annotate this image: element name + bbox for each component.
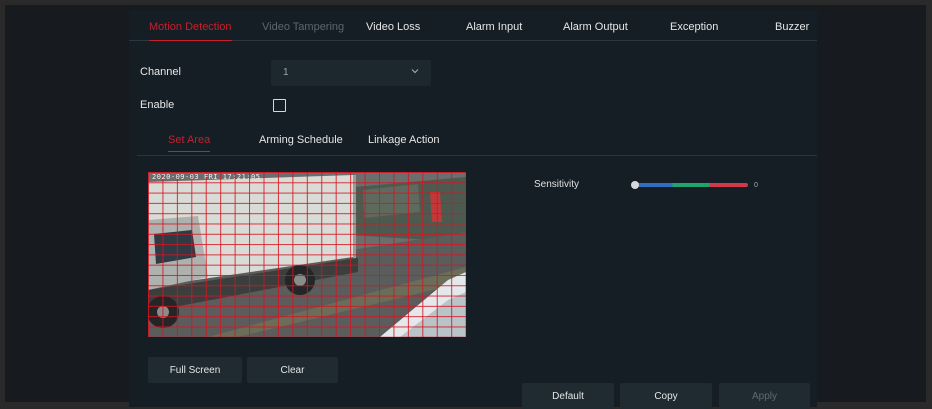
sensitivity-slider[interactable]: [631, 181, 748, 189]
tab-motion-detection[interactable]: Motion Detection: [149, 20, 232, 41]
alarm-tabs: Motion Detection Video Tampering Video L…: [129, 10, 817, 41]
tab-exception[interactable]: Exception: [670, 20, 718, 34]
default-button[interactable]: Default: [522, 383, 614, 409]
subtab-set-area[interactable]: Set Area: [168, 134, 211, 152]
full-screen-button[interactable]: Full Screen: [148, 357, 242, 383]
osd-timestamp: 2020-09-03 FRI 17:21:05: [152, 173, 261, 181]
tab-alarm-output[interactable]: Alarm Output: [563, 20, 628, 34]
copy-button[interactable]: Copy: [620, 383, 712, 409]
clear-button[interactable]: Clear: [247, 357, 338, 383]
tab-video-tampering[interactable]: Video Tampering: [262, 20, 344, 34]
subtabs: Set Area Arming Schedule Linkage Action: [137, 130, 817, 156]
app-screen: Motion Detection Video Tampering Video L…: [5, 5, 926, 409]
tab-video-loss[interactable]: Video Loss: [366, 20, 420, 34]
chevron-down-icon: [411, 69, 419, 74]
sensitivity-label: Sensitivity: [534, 179, 580, 190]
enable-label: Enable: [140, 99, 175, 111]
channel-select[interactable]: 1: [271, 60, 431, 86]
camera-preview[interactable]: 2020-09-03 FRI 17:21:05: [148, 172, 466, 337]
subtab-linkage-action[interactable]: Linkage Action: [368, 134, 440, 146]
tab-buzzer[interactable]: Buzzer: [775, 20, 809, 34]
motion-area-grid: [148, 172, 466, 337]
tab-alarm-input[interactable]: Alarm Input: [466, 20, 522, 34]
apply-button[interactable]: Apply: [719, 383, 810, 409]
channel-label: Channel: [140, 66, 181, 78]
channel-value: 1: [283, 67, 289, 78]
subtab-arming-schedule[interactable]: Arming Schedule: [259, 134, 343, 146]
alarm-settings-panel: Motion Detection Video Tampering Video L…: [129, 10, 817, 409]
sensitivity-slider-handle[interactable]: [631, 181, 639, 189]
enable-checkbox[interactable]: [273, 99, 286, 112]
sensitivity-value: 0: [754, 182, 758, 189]
